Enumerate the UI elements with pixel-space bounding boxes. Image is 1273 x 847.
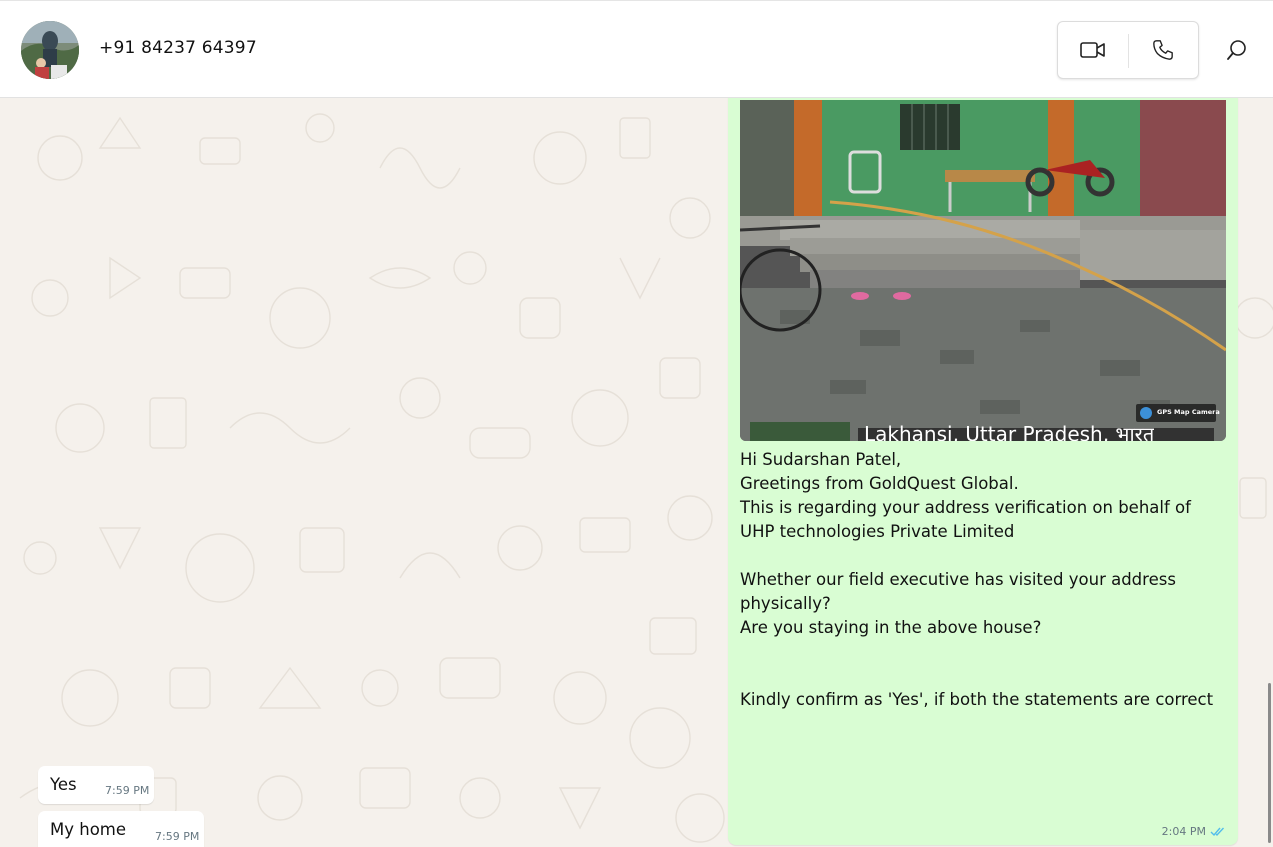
incoming-message-bubble[interactable]: My home 7:59 PM — [38, 811, 204, 847]
message-text: Yes — [50, 775, 77, 794]
chat-scrollbar[interactable] — [1268, 683, 1271, 843]
message-timestamp: 7:59 PM — [105, 784, 150, 797]
incoming-message-bubble[interactable]: Yes 7:59 PM — [38, 766, 154, 804]
message-timestamp: 2:04 PM — [1161, 825, 1206, 838]
double-check-icon — [1210, 827, 1225, 837]
message-timestamp: 7:59 PM — [155, 830, 200, 843]
chat-area[interactable]: GPS Map Camera Lakhansi, Uttar Pradesh, … — [0, 98, 1273, 847]
message-text: My home — [50, 820, 127, 839]
call-button-group — [1057, 21, 1199, 79]
voice-call-button[interactable] — [1135, 22, 1191, 78]
contact-avatar[interactable] — [21, 21, 79, 79]
phone-icon — [1153, 40, 1173, 60]
gps-camera-badge: GPS Map Camera — [1157, 408, 1220, 416]
message-photo[interactable]: GPS Map Camera Lakhansi, Uttar Pradesh, … — [740, 100, 1226, 441]
video-call-button[interactable] — [1065, 22, 1121, 78]
message-caption: Hi Sudarshan Patel, Greetings from GoldQ… — [740, 450, 1214, 709]
call-divider — [1128, 34, 1129, 68]
contact-name[interactable]: +91 84237 64397 — [99, 38, 257, 58]
search-button[interactable] — [1210, 23, 1264, 77]
video-camera-icon — [1080, 42, 1105, 58]
house-photo — [740, 100, 1226, 441]
search-icon — [1227, 40, 1246, 60]
chat-header: +91 84237 64397 — [0, 0, 1273, 98]
gps-location-label: Lakhansi, Uttar Pradesh, भारत — [864, 424, 1155, 441]
outgoing-message-bubble[interactable]: GPS Map Camera Lakhansi, Uttar Pradesh, … — [728, 98, 1238, 845]
